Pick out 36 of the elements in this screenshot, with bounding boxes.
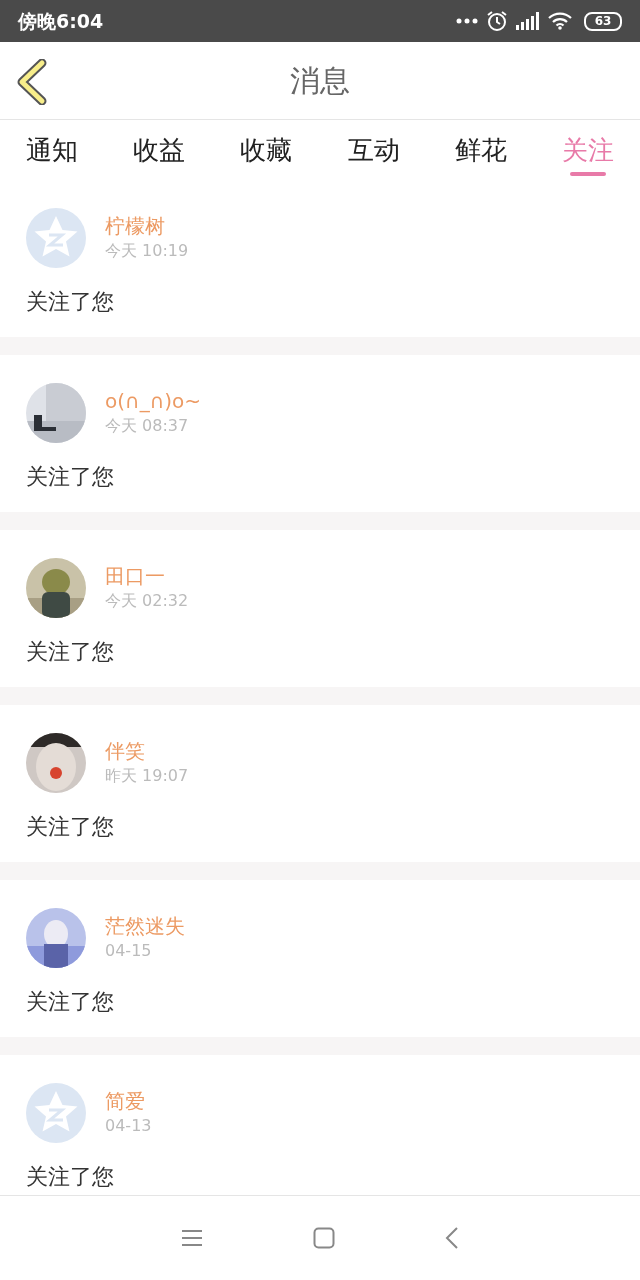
default-avatar-icon	[26, 208, 86, 268]
back-icon[interactable]	[16, 59, 48, 105]
home-icon[interactable]	[313, 1227, 335, 1249]
alarm-icon	[486, 10, 508, 32]
battery-level: 63	[594, 15, 612, 27]
tab[interactable]: 收益	[133, 120, 186, 180]
message-time: 04-15	[105, 940, 153, 962]
tab[interactable]: 通知	[26, 120, 78, 180]
message-card[interactable]: 田口一 今天 02:32 关注了您	[0, 530, 640, 687]
back-icon[interactable]	[445, 1226, 459, 1250]
message-card[interactable]: o(∩_∩)o~ 今天 08:37 关注了您	[0, 355, 640, 512]
message-card[interactable]: 茫然迷失 04-15 关注了您	[0, 880, 640, 1037]
message-card[interactable]: 柠檬树 今天 10:19 关注了您	[0, 180, 640, 337]
message-card[interactable]: 伴笑 昨天 19:07 关注了您	[0, 705, 640, 862]
tab[interactable]: 收藏	[240, 120, 293, 180]
message-text: 关注了您	[26, 988, 114, 1016]
signal-icon	[516, 12, 540, 30]
status-time: 傍晚6:04	[18, 8, 104, 34]
more-dots-icon	[456, 18, 478, 24]
tab[interactable]: 互动	[347, 120, 400, 180]
message-text: 关注了您	[26, 638, 114, 666]
message-time: 今天 08:37	[105, 415, 190, 437]
message-text: 关注了您	[26, 463, 114, 491]
message-time: 04-13	[105, 1115, 152, 1137]
default-avatar-icon	[26, 1083, 86, 1143]
message-text: 关注了您	[26, 288, 114, 316]
menu-icon[interactable]	[181, 1229, 203, 1247]
message-time: 今天 02:32	[105, 590, 189, 612]
message-text: 关注了您	[26, 813, 114, 841]
message-text: 关注了您	[26, 1163, 114, 1191]
tab[interactable]: 鲜花	[454, 120, 507, 180]
message-time: 昨天 19:07	[105, 765, 189, 787]
message-card[interactable]: 简爱 04-13 关注了您	[0, 1055, 640, 1195]
message-time: 今天 10:19	[105, 240, 189, 262]
page-title: 消息	[290, 62, 350, 100]
wifi-icon	[548, 12, 572, 30]
